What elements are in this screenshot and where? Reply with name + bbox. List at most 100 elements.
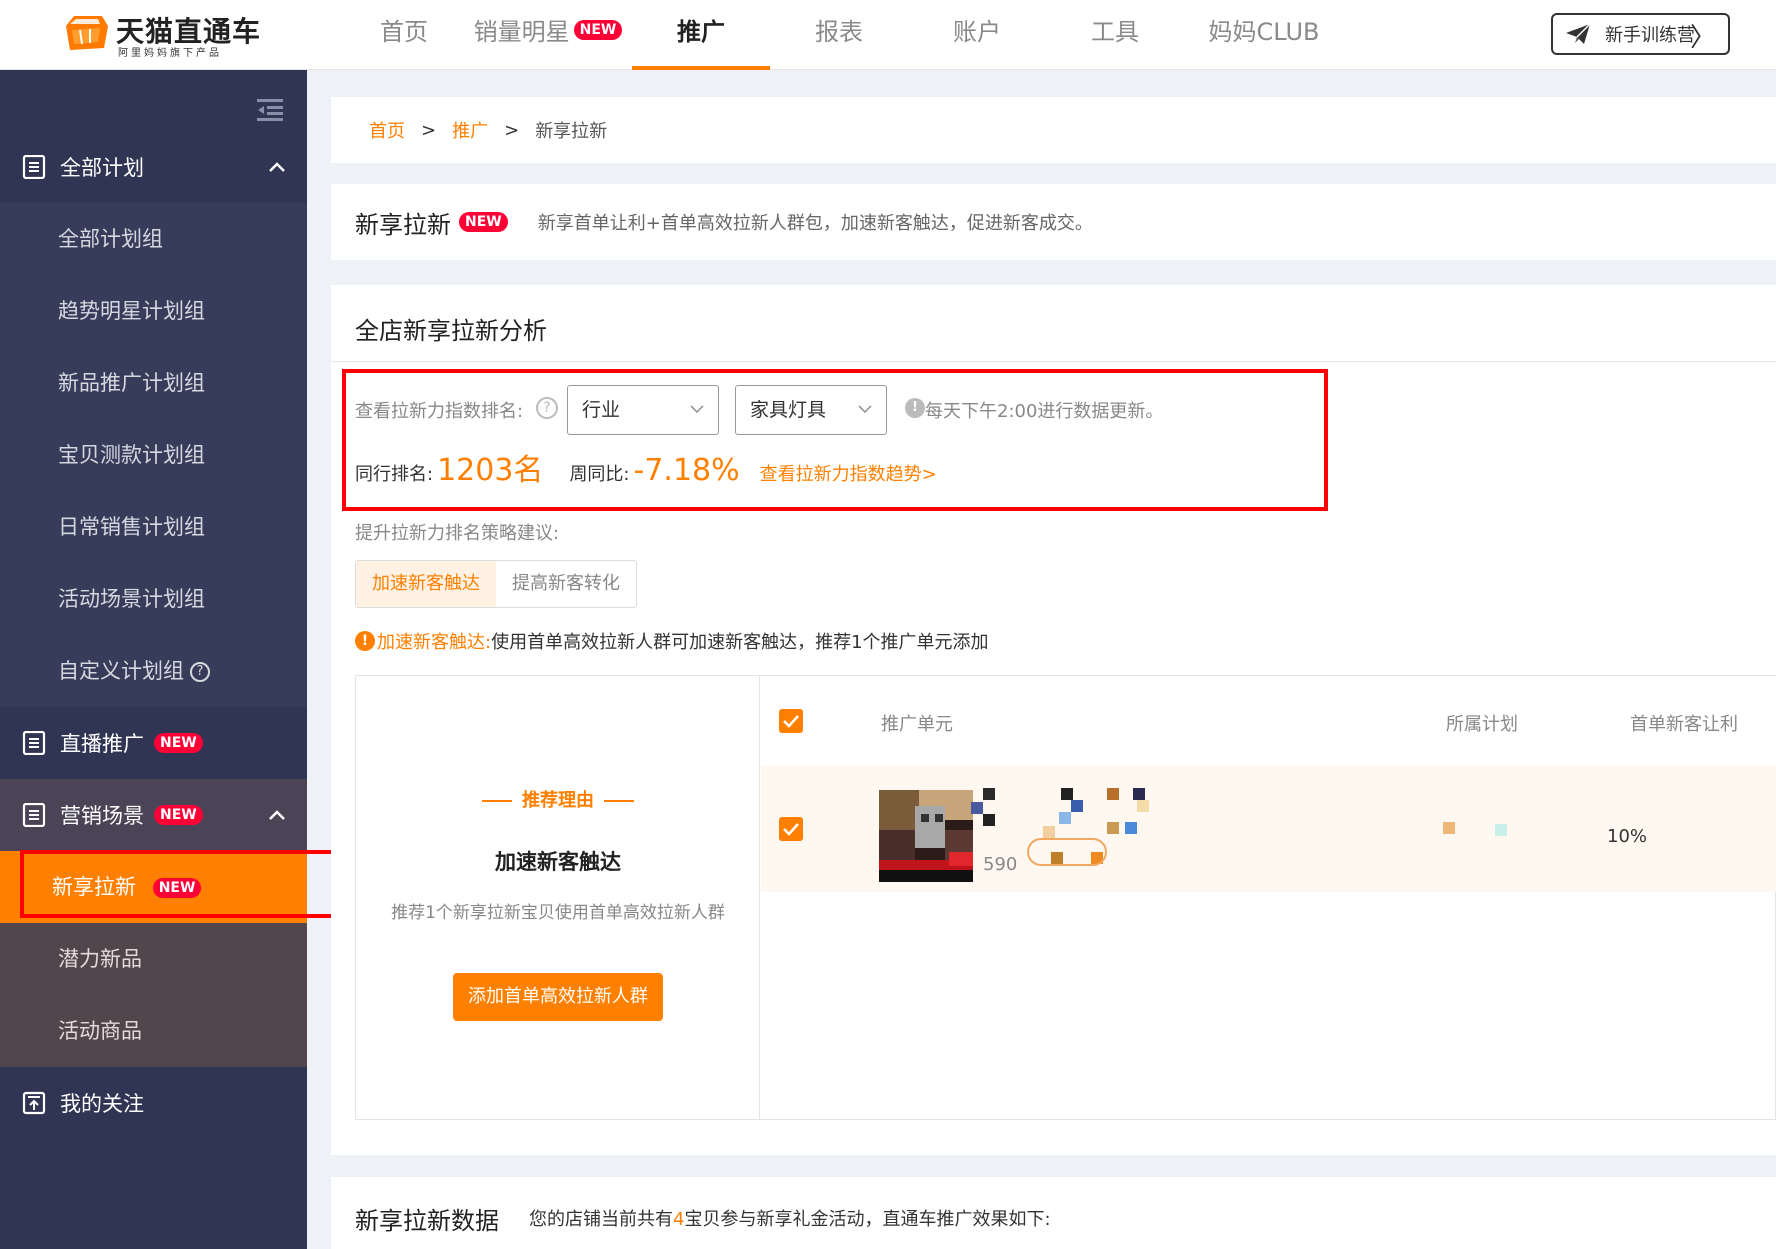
upload-box-icon — [22, 1091, 46, 1115]
data-section-title: 新享拉新数据 — [355, 1207, 499, 1235]
tmall-car-icon — [66, 16, 108, 50]
blurred-tag — [1027, 838, 1107, 866]
tab-accelerate-reach[interactable]: 加速新客触达 — [356, 561, 496, 607]
first-order-discount: 10% — [1607, 826, 1648, 847]
sidebar-item-all-plan-groups[interactable]: 全部计划组 — [0, 203, 307, 275]
nav-mama-club-label: 妈妈CLUB — [1208, 18, 1320, 46]
recommendation-reason-label: 推荐理由 — [522, 790, 594, 811]
menu-fold-icon[interactable] — [257, 98, 283, 122]
new-badge: NEW — [154, 805, 203, 825]
recommendation-title: 加速新客触达 — [495, 850, 621, 874]
nav-tools[interactable]: 工具 — [1046, 0, 1184, 70]
breadcrumb-home[interactable]: 首页 — [369, 117, 405, 143]
nav-promotion[interactable]: 推广 — [632, 0, 770, 70]
blurred-pixel — [1133, 788, 1145, 800]
blurred-pixel — [1107, 822, 1119, 834]
column-header-unit: 推广单元 — [881, 714, 953, 735]
document-icon — [22, 803, 46, 827]
sidebar-item-event-scene[interactable]: 活动场景计划组 — [0, 563, 307, 635]
product-thumbnail[interactable] — [879, 790, 973, 882]
nav-report-label: 报表 — [815, 18, 863, 46]
sidebar-item-new-product[interactable]: 新品推广计划组 — [0, 347, 307, 419]
blurred-pixel — [1443, 822, 1455, 834]
blurred-pixel — [1061, 788, 1073, 800]
sidebar-group-marketing[interactable]: 营销场景 NEW — [0, 779, 307, 851]
blurred-pixel — [1495, 824, 1507, 836]
nav-sales-star[interactable]: 销量明星 NEW — [464, 0, 632, 70]
sidebar-group-all-plans[interactable]: 全部计划 — [0, 131, 307, 203]
sidebar-group-marketing-label: 营销场景 — [60, 804, 144, 828]
chevron-right-icon: 〉 — [1689, 23, 1716, 53]
data-desc-suffix: 宝贝参与新享礼金活动，直通车推广效果如下: — [684, 1209, 1051, 1230]
highlight-box — [342, 369, 1328, 511]
strategy-label: 提升拉新力排名策略建议: — [355, 523, 560, 544]
nav-tools-label: 工具 — [1091, 18, 1139, 46]
sidebar-group-all-plans-label: 全部计划 — [60, 156, 144, 180]
new-badge: NEW — [154, 733, 203, 753]
blurred-pixel — [971, 802, 983, 814]
document-icon — [22, 731, 46, 755]
nav-home[interactable]: 首页 — [350, 0, 458, 70]
sidebar-item-potential-new[interactable]: 潜力新品 — [0, 923, 307, 995]
sidebar-group-live[interactable]: 直播推广 NEW — [0, 707, 307, 779]
blurred-pixel — [1071, 800, 1083, 812]
newbie-training-label: 新手训练营 — [1605, 25, 1695, 46]
breadcrumb-current: 新享拉新 — [535, 121, 608, 142]
check-icon — [783, 823, 799, 836]
tip-label: 加速新客触达: — [377, 632, 492, 653]
divider — [482, 800, 512, 802]
recommendation-description: 推荐1个新享拉新宝贝使用首单高效拉新人群 — [391, 903, 725, 923]
sold-count: 590 — [983, 854, 1018, 875]
new-badge: NEW — [459, 212, 508, 232]
blurred-pixel — [1043, 826, 1055, 838]
divider — [604, 800, 634, 802]
blurred-pixel — [1059, 812, 1071, 824]
tab-improve-conversion[interactable]: 提高新客转化 — [496, 561, 636, 607]
check-icon — [783, 715, 799, 728]
breadcrumb-separator: > — [421, 119, 437, 141]
document-icon — [22, 155, 46, 179]
sidebar-item-test-product[interactable]: 宝贝测款计划组 — [0, 419, 307, 491]
blurred-pixel — [983, 814, 995, 826]
table-row[interactable]: 590 10% — [761, 766, 1776, 892]
logo-subtitle: 阿里妈妈旗下产品 — [118, 48, 222, 59]
chevron-up-icon — [269, 810, 285, 820]
column-header-discount: 首单新客让利 — [1630, 714, 1738, 735]
blurred-pixel — [1107, 788, 1119, 800]
nav-account[interactable]: 账户 — [908, 0, 1046, 70]
nav-report[interactable]: 报表 — [770, 0, 908, 70]
sidebar-item-daily-sales[interactable]: 日常销售计划组 — [0, 491, 307, 563]
add-audience-button[interactable]: 添加首单高效拉新人群 — [453, 973, 663, 1021]
breadcrumb: 首页 > 推广 > 新享拉新 — [331, 97, 1776, 163]
sidebar-item-custom[interactable]: 自定义计划组? — [0, 635, 307, 707]
sidebar-group-follow-label: 我的关注 — [60, 1092, 144, 1116]
tip-text: 使用首单高效拉新人群可加速新客触达，推荐1个推广单元添加 — [491, 632, 989, 653]
product-image — [879, 790, 973, 882]
nav-sales-star-label: 销量明星 — [473, 18, 570, 46]
strategy-tabs: 加速新客触达 提高新客转化 — [355, 560, 637, 608]
sidebar-item-event-goods[interactable]: 活动商品 — [0, 995, 307, 1067]
sidebar-item-trend-star[interactable]: 趋势明星计划组 — [0, 275, 307, 347]
intro-card: 新享拉新 NEW 新享首单让利+首单高效拉新人群包，加速新客触达，促进新客成交。 — [331, 184, 1776, 260]
blurred-pixel — [983, 788, 995, 800]
page-title: 新享拉新 — [355, 210, 451, 239]
nav-promotion-label: 推广 — [677, 18, 725, 46]
nav-home-label: 首页 — [380, 18, 428, 46]
app-logo[interactable]: 天猫直通车 阿里妈妈旗下产品 — [60, 6, 260, 59]
newbie-training-button[interactable]: 新手训练营 〉 — [1551, 13, 1730, 55]
breadcrumb-separator: > — [504, 119, 520, 141]
table-header: 推广单元 所属计划 首单新客让利 — [761, 676, 1776, 766]
blurred-pixel — [1125, 822, 1137, 834]
chevron-up-icon — [269, 162, 285, 172]
breadcrumb-promotion[interactable]: 推广 — [452, 117, 488, 143]
row-checkbox[interactable] — [779, 817, 803, 841]
recommendation-box: 推荐理由 加速新客触达 推荐1个新享拉新宝贝使用首单高效拉新人群 添加首单高效拉… — [355, 675, 1776, 1120]
sidebar-group-follow[interactable]: 我的关注 — [0, 1067, 307, 1139]
select-all-checkbox[interactable] — [779, 709, 803, 733]
nav-mama-club[interactable]: 妈妈CLUB — [1184, 0, 1344, 70]
new-badge: NEW — [573, 20, 623, 40]
help-icon[interactable]: ? — [190, 662, 210, 682]
data-desc-prefix: 您的店铺当前共有 — [529, 1209, 673, 1230]
recommendation-panel: 推荐理由 加速新客触达 推荐1个新享拉新宝贝使用首单高效拉新人群 添加首单高效拉… — [356, 676, 760, 1119]
page-description: 新享首单让利+首单高效拉新人群包，加速新客触达，促进新客成交。 — [537, 213, 1093, 234]
